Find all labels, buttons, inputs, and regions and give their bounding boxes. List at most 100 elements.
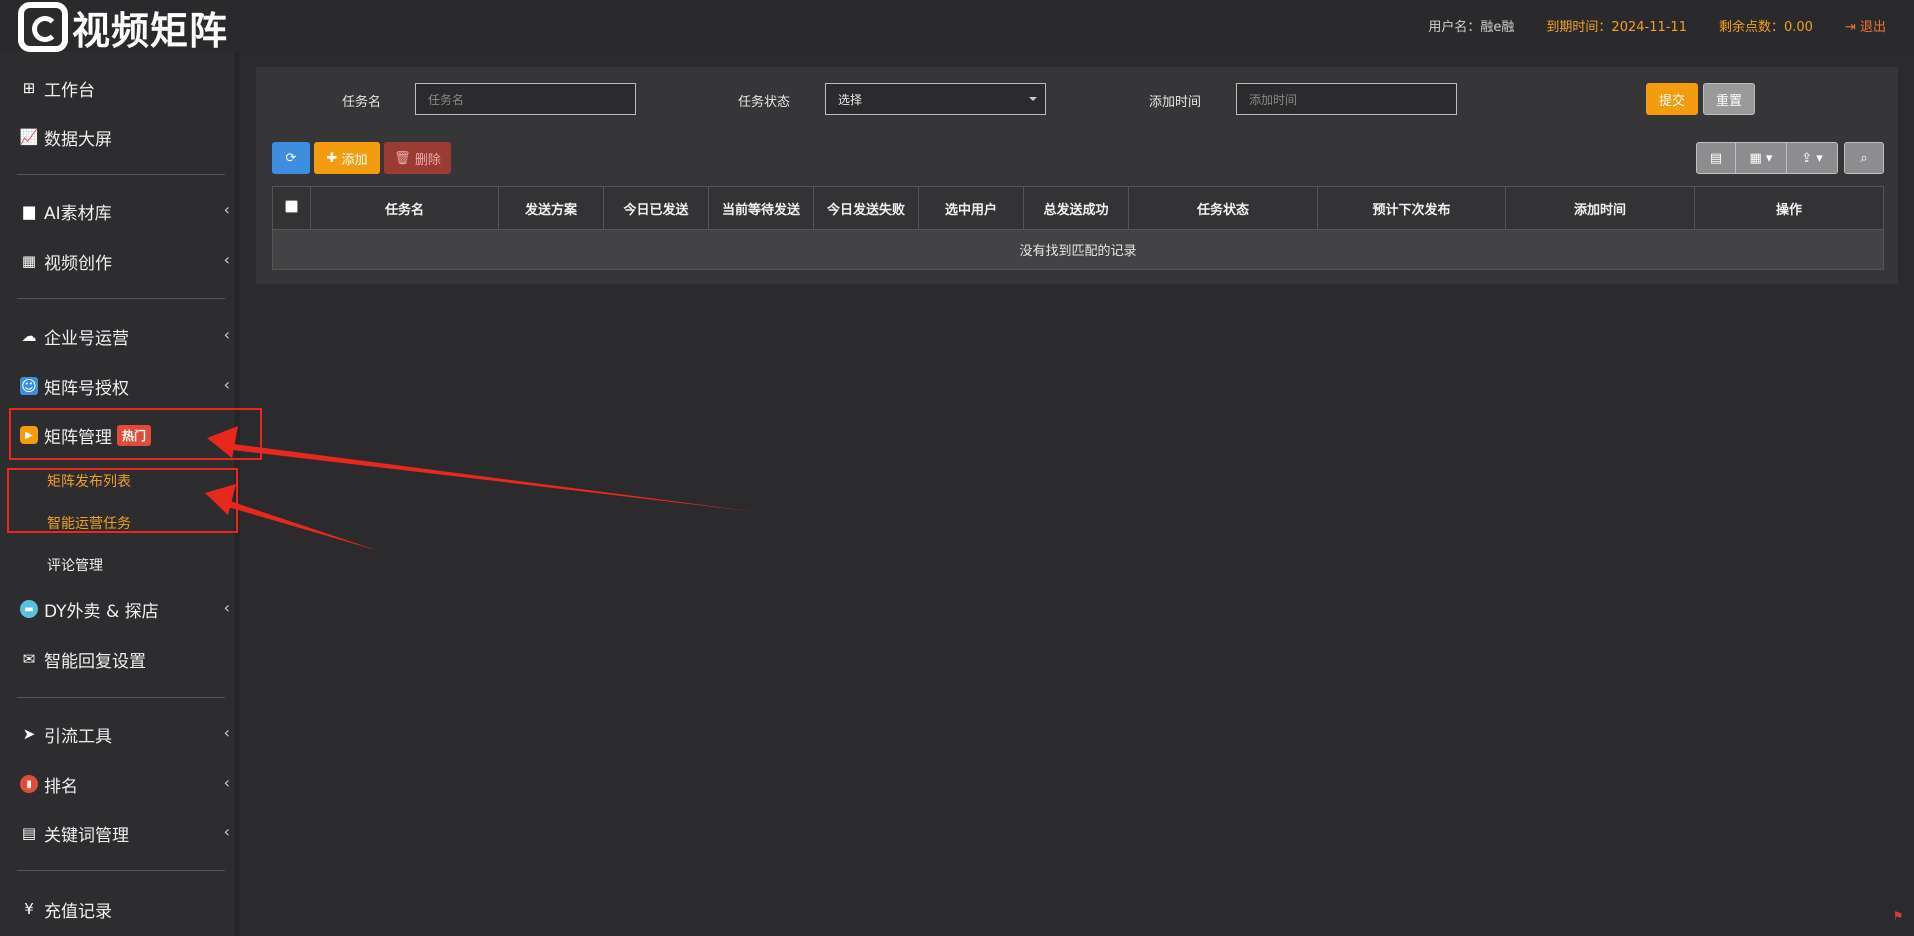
logo-text: 视频矩阵	[72, 8, 229, 53]
windows-icon: ⊞	[22, 79, 36, 97]
sidebar-item-workbench[interactable]: ⊞ 工作台	[20, 73, 230, 103]
top-bar: 视频矩阵 用户名：融e融 到期时间：2024-11-11 剩余点数：0.00 ⇥…	[0, 0, 1914, 53]
add-time-input[interactable]: 添加时间	[1236, 83, 1457, 115]
sidebar-item-data-screen[interactable]: 📈 数据大屏	[20, 122, 230, 152]
delete-button[interactable]: 🗑 删除	[384, 142, 451, 174]
sidebar-item-label: 关键词管理	[44, 825, 129, 846]
table-row: 没有找到匹配的记录	[272, 229, 1884, 270]
sidebar-item-smart-reply[interactable]: ✉ 智能回复设置	[20, 644, 230, 674]
task-status-select[interactable]: 选择	[825, 83, 1046, 115]
column-header[interactable]: 当前等待发送	[708, 186, 814, 230]
sidebar-item-keyword-management[interactable]: ▤ 关键词管理 ‹	[20, 818, 230, 848]
chevron-left-icon: ‹	[223, 598, 230, 617]
sidebar-item-label: 视频创作	[44, 253, 112, 274]
sidebar-item-video-creation[interactable]: ▦ 视频创作 ‹	[20, 246, 230, 276]
sidebar-item-enterprise-ops[interactable]: ☁ 企业号运营 ‹	[20, 321, 231, 351]
chevron-left-icon: ‹	[223, 822, 230, 841]
column-header[interactable]: 预计下次发布	[1317, 186, 1506, 230]
column-header[interactable]: 添加时间	[1505, 186, 1695, 230]
chevron-left-icon: ‹	[223, 723, 230, 742]
select-all-checkbox[interactable]	[285, 199, 298, 213]
export-icon: ⇪ ▾	[1801, 150, 1823, 166]
flag-icon[interactable]: ⚑	[1888, 906, 1908, 926]
points-text: 剩余点数：0.00	[1718, 20, 1813, 35]
sidebar-item-label: 工作台	[44, 80, 95, 101]
column-header[interactable]: 任务名	[310, 186, 499, 230]
top-info: 用户名：融e融 到期时间：2024-11-11 剩余点数：0.00 ⇥ 退出	[1428, 16, 1886, 35]
logo-icon	[18, 2, 68, 52]
task-name-input[interactable]: 任务名	[415, 83, 636, 115]
divider	[17, 697, 225, 698]
chart-line-icon: 📈	[19, 128, 39, 146]
sidebar-item-ranking[interactable]: ▮ 排名 ‹	[20, 769, 230, 799]
expire-text: 到期时间：2024-11-11	[1546, 20, 1687, 35]
search-icon: ⌕	[1860, 150, 1868, 166]
send-icon: ➤	[22, 725, 36, 743]
sidebar-item-ai-library[interactable]: ▆ AI素材库 ‹	[20, 196, 230, 226]
chevron-left-icon: ‹	[223, 200, 230, 219]
column-header[interactable]: 操作	[1694, 186, 1884, 230]
add-label: 添加	[341, 152, 368, 168]
empty-message: 没有找到匹配的记录	[272, 229, 1884, 270]
contact-icon: ☺	[20, 377, 38, 395]
folder-icon: ▆	[23, 202, 35, 220]
task-name-label: 任务名	[342, 95, 382, 110]
refresh-button[interactable]: ⟳	[272, 142, 310, 174]
sidebar-item-matrix-auth[interactable]: ☺ 矩阵号授权 ‹	[20, 371, 230, 401]
arrow-shaft-1	[224, 443, 757, 512]
columns-button[interactable]: ▦ ▾	[1735, 142, 1787, 174]
column-header[interactable]: 今日发送失败	[813, 186, 919, 230]
column-header[interactable]: 任务状态	[1128, 186, 1318, 230]
search-button[interactable]: ⌕	[1844, 142, 1884, 174]
submit-button[interactable]: 提交	[1646, 83, 1698, 115]
list-icon: ▤	[1709, 150, 1723, 166]
logout-icon: ⇥	[1844, 20, 1856, 35]
sidebar-item-dy-takeout[interactable]: ▬ DY外卖 & 探店 ‹	[20, 594, 230, 624]
column-header[interactable]: 发送方案	[498, 186, 604, 230]
delete-label: 删除	[414, 152, 441, 168]
add-button[interactable]: ✚ 添加	[314, 142, 380, 174]
arrow-shaft-2	[221, 499, 379, 551]
chevron-left-icon: ‹	[223, 325, 230, 344]
sidebar-item-label: 引流工具	[44, 726, 112, 747]
table-header-row: 任务名 发送方案 今日已发送 当前等待发送 今日发送失败 选中用户 总发送成功 …	[272, 186, 1884, 230]
divider	[17, 870, 225, 871]
sidebar-item-traffic-tools[interactable]: ➤ 引流工具 ‹	[20, 719, 230, 749]
toggle-view-button[interactable]: ▤	[1696, 142, 1736, 174]
bar-chart-icon: ▮	[20, 775, 38, 793]
grid-icon: ▦ ▾	[1749, 150, 1773, 166]
column-header[interactable]: 选中用户	[918, 186, 1024, 230]
export-button[interactable]: ⇪ ▾	[1786, 142, 1838, 174]
column-header[interactable]: 今日已发送	[603, 186, 709, 230]
logo: 视频矩阵	[18, 2, 229, 53]
envelope-icon: ✉	[22, 650, 36, 668]
select-all-cell[interactable]	[272, 186, 311, 230]
username-text: 用户名：融e融	[1428, 20, 1515, 35]
film-icon: ▦	[21, 252, 37, 270]
column-header[interactable]: 总发送成功	[1023, 186, 1129, 230]
task-panel: 任务名 任务名 任务状态 选择 添加时间 添加时间 提交 重置 ⟳ ✚ 添加 🗑…	[256, 67, 1898, 284]
divider	[17, 174, 225, 175]
task-status-label: 任务状态	[738, 95, 791, 110]
trash-icon: 🗑	[394, 150, 411, 166]
chevron-left-icon: ‹	[223, 375, 230, 394]
logout-label: 退出	[1859, 20, 1886, 35]
sidebar-item-label: DY外卖 & 探店	[44, 601, 159, 622]
add-time-label: 添加时间	[1149, 95, 1202, 110]
sidebar-item-label: AI素材库	[44, 203, 112, 224]
reset-button[interactable]: 重置	[1703, 83, 1755, 115]
file-icon: ▤	[21, 824, 37, 842]
cloud-icon: ☁	[21, 327, 37, 345]
annotation-box-matrix-management	[9, 408, 262, 460]
chevron-left-icon: ‹	[223, 773, 230, 792]
task-table: 任务名 发送方案 今日已发送 当前等待发送 今日发送失败 选中用户 总发送成功 …	[272, 186, 1884, 270]
sidebar-item-label: 矩阵号授权	[44, 378, 129, 399]
sidebar-subitem-comment-management[interactable]: 评论管理	[47, 555, 103, 575]
yen-icon: ¥	[24, 900, 34, 918]
sidebar-item-recharge-records[interactable]: ¥ 充值记录	[20, 894, 230, 924]
sidebar-item-label: 充值记录	[44, 901, 112, 922]
logout-link[interactable]: ⇥ 退出	[1845, 16, 1886, 35]
sidebar-item-label: 数据大屏	[44, 129, 112, 150]
sidebar-item-label: 企业号运营	[44, 328, 129, 349]
sidebar-item-label: 排名	[44, 776, 78, 797]
